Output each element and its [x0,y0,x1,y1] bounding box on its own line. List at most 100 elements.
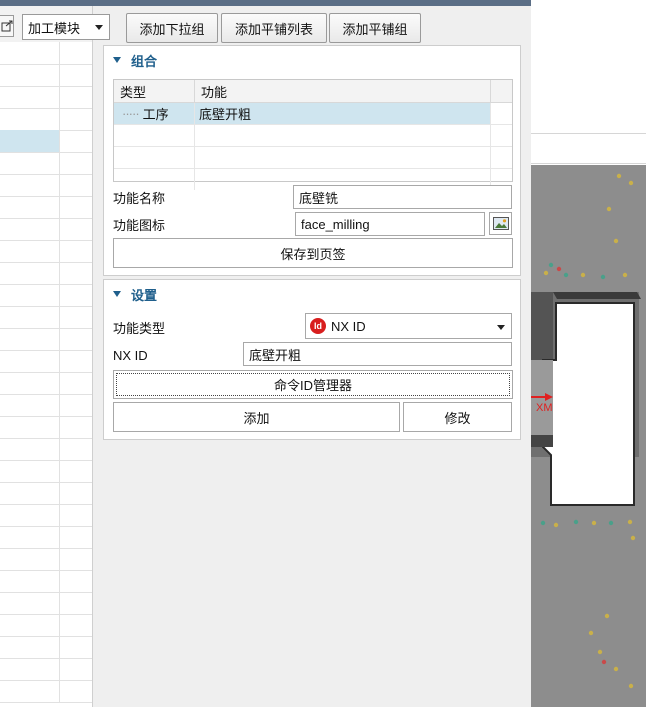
table-row[interactable] [0,328,92,351]
table-row[interactable] [0,284,92,307]
table-row-empty [114,147,512,169]
chevron-down-icon [497,325,505,330]
table-cell [0,680,60,702]
table-row[interactable] [0,218,92,241]
table-cell [0,372,60,394]
table-cell [0,504,60,526]
add-flat-list-button[interactable]: 添加平铺列表 [221,13,327,43]
table-row[interactable] [0,460,92,483]
function-name-label: 功能名称 [113,190,166,206]
table-cell [0,196,60,218]
function-type-value: NX ID [331,318,366,334]
table-row[interactable] [0,636,92,659]
table-row[interactable] [0,42,92,65]
column-header-function[interactable]: 功能 [195,80,491,103]
function-icon-field[interactable]: face_milling [295,212,485,236]
table-cell [0,152,60,174]
table-cell [0,460,60,482]
table-row[interactable]: ····· 工序 底壁开粗 [114,103,512,125]
module-dropdown-value: 加工模块 [28,20,81,36]
table-row[interactable] [0,658,92,681]
table-row[interactable] [0,64,92,87]
table-cell [0,306,60,328]
column-header-type[interactable]: 类型 [114,80,195,103]
add-button[interactable]: 添加 [113,402,400,432]
column-header-filler [491,80,512,103]
module-dropdown[interactable]: 加工模块 [22,14,110,40]
table-row[interactable] [0,372,92,395]
image-picker-icon[interactable] [489,212,512,235]
table-row-empty [114,125,512,147]
table-cell [0,482,60,504]
table-row[interactable] [0,240,92,263]
table-cell [0,350,60,372]
table-row[interactable] [0,394,92,417]
graphics-window[interactable]: XM [531,165,646,707]
export-icon[interactable] [0,15,14,37]
viewport-toolbar-row [531,134,646,164]
table-cell [0,570,60,592]
table-row[interactable] [0,614,92,637]
table-cell [0,328,60,350]
table-cell [0,86,60,108]
tree-connector: ····· [122,106,140,121]
modify-button[interactable]: 修改 [403,402,512,432]
table-row[interactable] [0,306,92,329]
left-data-grid[interactable] [0,42,92,707]
table-cell [0,636,60,658]
function-type-label: 功能类型 [113,320,166,336]
table-row[interactable] [0,526,92,549]
table-cell [0,108,60,130]
function-name-field[interactable]: 底壁铣 [293,185,512,209]
table-cell [0,394,60,416]
table-row[interactable] [0,86,92,109]
table-row[interactable] [0,174,92,197]
group-section-header[interactable]: 组合 [113,52,157,69]
table-cell [0,218,60,240]
nx-id-field[interactable]: 底壁开粗 [243,342,512,366]
nx-id-icon: Id [310,318,326,334]
table-cell [0,658,60,680]
row-type-cell: ····· 工序 [114,103,195,124]
table-row[interactable] [0,262,92,285]
viewport-toolbar-area [531,6,646,104]
settings-section-title: 设置 [131,287,158,303]
table-row[interactable] [0,482,92,505]
table-cell [0,174,60,196]
table-row[interactable] [0,570,92,593]
row-type-value: 工序 [142,107,169,122]
collapse-triangle-icon [113,57,121,63]
save-to-tab-button[interactable]: 保存到页签 [113,238,513,268]
table-row[interactable] [0,548,92,571]
table-row[interactable] [0,438,92,461]
function-type-select[interactable]: Id NX ID [305,313,512,339]
table-cell [0,526,60,548]
table-row[interactable] [0,196,92,219]
table-row[interactable] [0,108,92,131]
table-row[interactable] [0,504,92,527]
table-row[interactable] [0,130,92,153]
table-row[interactable] [0,592,92,615]
table-cell [0,42,60,64]
settings-section-header[interactable]: 设置 [113,286,158,303]
group-section: 组合 类型 功能 ····· 工序 底壁开粗 功能名称 底壁铣 功能图标 fac… [103,45,521,276]
table-row[interactable] [0,416,92,439]
chevron-down-icon [95,25,103,30]
add-dropdown-group-button[interactable]: 添加下拉组 [126,13,218,43]
axis-label: XM [536,402,553,414]
command-id-manager-label: 命令ID管理器 [273,378,352,393]
nx-id-label: NX ID [113,347,148,363]
command-id-manager-button[interactable]: 命令ID管理器 [113,370,513,399]
table-row[interactable] [0,350,92,373]
table-cell [0,284,60,306]
table-cell [0,262,60,284]
table-row[interactable] [0,152,92,175]
row-function-value: 底壁开粗 [199,107,252,122]
part-model [531,173,641,689]
table-cell [0,416,60,438]
add-flat-group-button[interactable]: 添加平铺组 [329,13,421,43]
group-tree-table[interactable]: 类型 功能 ····· 工序 底壁开粗 [113,79,513,190]
table-row[interactable] [0,680,92,703]
table-cell [0,592,60,614]
row-function-cell: 底壁开粗 [195,103,491,124]
